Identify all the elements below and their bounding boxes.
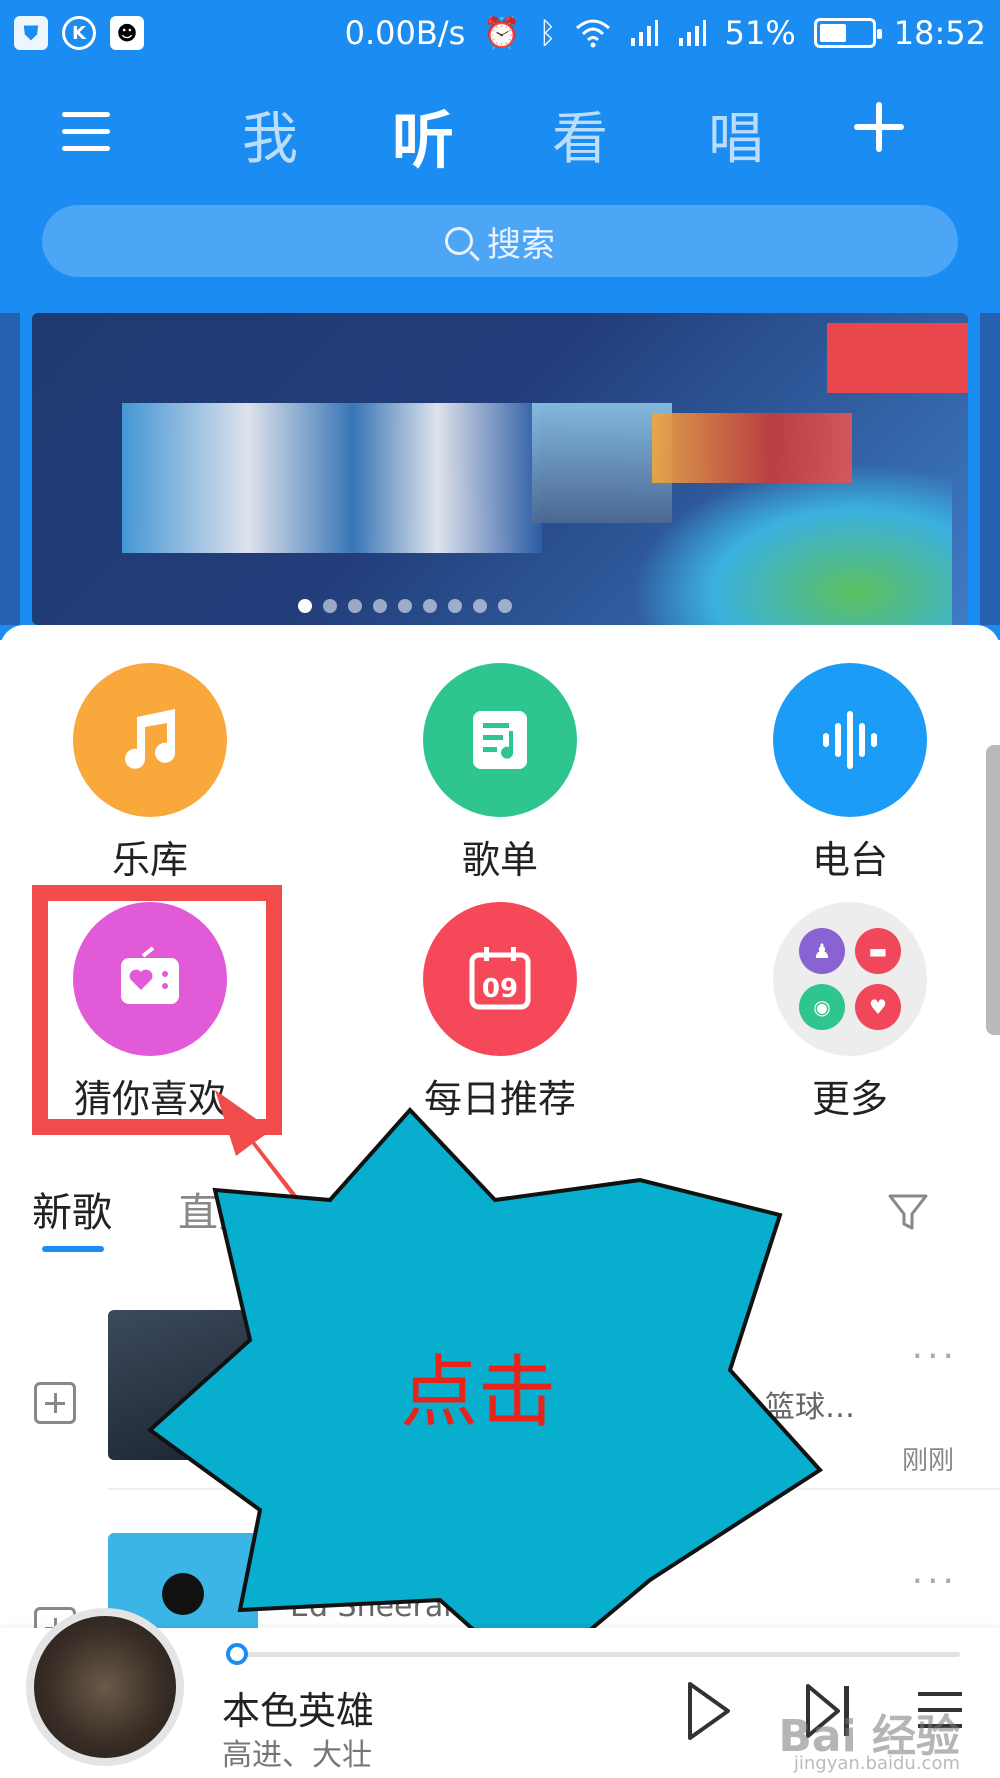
tab-new-songs[interactable]: 新歌 — [32, 1180, 112, 1238]
callout-text: 点击 — [400, 1348, 557, 1438]
calendar-icon: 09 — [423, 902, 577, 1056]
network-speed: 0.00B/s — [344, 14, 466, 52]
add-to-list-button[interactable] — [34, 1382, 76, 1424]
pager-dot[interactable] — [398, 599, 412, 613]
func-daily-recommend[interactable]: 09 每日推荐 — [390, 902, 610, 1123]
qq-icon: ☻ — [110, 16, 144, 50]
pager-dot[interactable] — [423, 599, 437, 613]
pager-dot[interactable] — [298, 599, 312, 613]
more-options-icon[interactable]: ··· — [912, 1561, 958, 1602]
add-icon[interactable] — [854, 102, 904, 152]
mini-heart-icon: ♥ — [855, 984, 901, 1030]
song-artist: Ed Sheeran — [290, 1589, 463, 1624]
pager-dot[interactable] — [323, 599, 337, 613]
menu-icon[interactable] — [62, 112, 110, 152]
k-icon: K — [62, 16, 96, 50]
tab-me[interactable]: 我 — [242, 94, 298, 175]
tab-sing[interactable]: 唱 — [708, 94, 764, 175]
mini-chat-icon: ▬ — [855, 928, 901, 974]
banner-prev-peek[interactable] — [0, 313, 20, 625]
album-disc[interactable] — [26, 1608, 184, 1766]
banner-image-building — [652, 413, 852, 483]
search-bar[interactable]: 搜索 — [42, 205, 958, 277]
func-label: 乐库 — [111, 838, 188, 882]
mini-user-icon: ♟ — [799, 928, 845, 974]
func-label: 歌单 — [461, 838, 538, 882]
sound-wave-icon — [773, 663, 927, 817]
func-label: 每日推荐 — [423, 1077, 576, 1121]
search-icon — [445, 227, 473, 255]
filter-icon[interactable] — [886, 1190, 930, 1234]
scroll-handle[interactable] — [986, 745, 1000, 1035]
play-icon[interactable] — [684, 1680, 734, 1742]
tab-video[interactable]: 视频 — [620, 1180, 700, 1238]
song-cover — [108, 1310, 258, 1460]
func-radio[interactable]: 电台 — [740, 663, 960, 884]
player-bar[interactable]: 本色英雄 高进、大壮 Bai 经验 jingyan.baidu.com — [0, 1608, 1000, 1778]
func-library[interactable]: 乐库 — [40, 663, 260, 884]
calendar-day: 09 — [482, 974, 518, 1004]
player-song-title: 本色英雄 — [222, 1689, 375, 1733]
tab-indicator — [42, 1246, 104, 1252]
pager-dot[interactable] — [448, 599, 462, 613]
more-options-icon[interactable]: ··· — [912, 1336, 958, 1377]
func-more[interactable]: ♟ ▬ ◉ ♥ 更多 — [740, 902, 960, 1123]
progress-knob[interactable] — [226, 1643, 248, 1665]
player-song-artist: 高进、大壮 — [222, 1738, 372, 1773]
banner-pager — [32, 599, 873, 613]
highlight-box — [32, 885, 282, 1135]
pager-dot[interactable] — [498, 599, 512, 613]
playlist-icon — [423, 663, 577, 817]
status-bar: ⛊ K ☻ 0.00B/s ⏰ ᛒ 51% 18:52 — [0, 0, 1000, 72]
func-label: 更多 — [811, 1077, 888, 1121]
pager-dot[interactable] — [348, 599, 362, 613]
signal-icon — [630, 20, 658, 46]
content-tabs: 新歌 直播 视频 — [0, 1180, 1000, 1260]
func-playlist[interactable]: 歌单 — [390, 663, 610, 884]
clock: 18:52 — [893, 14, 986, 52]
signal-icon-2 — [678, 20, 706, 46]
music-note-icon — [73, 663, 227, 817]
watermark-url: jingyan.baidu.com — [793, 1753, 960, 1774]
row-divider — [108, 1488, 1000, 1490]
tab-watch[interactable]: 看 — [552, 94, 608, 175]
pager-dot[interactable] — [473, 599, 487, 613]
bluetooth-icon: ᛒ — [538, 15, 557, 51]
banner-carousel[interactable] — [32, 313, 968, 625]
more-grid-icon: ♟ ▬ ◉ ♥ — [773, 902, 927, 1056]
mini-disc-icon: ◉ — [799, 984, 845, 1030]
alarm-icon: ⏰ — [483, 15, 521, 51]
tab-listen[interactable]: 听 — [392, 90, 454, 180]
shield-icon: ⛊ — [14, 16, 48, 50]
top-nav: 我 听 看 唱 — [0, 90, 1000, 180]
banner-image-pixels — [122, 403, 542, 553]
banner-image-tag — [827, 323, 968, 393]
song-subtitle: 篮球… — [765, 1390, 855, 1425]
tab-live[interactable]: 直播 — [178, 1180, 258, 1238]
battery-icon — [813, 18, 882, 48]
song-time: 刚刚 — [902, 1446, 955, 1476]
func-label: 电台 — [811, 838, 888, 882]
battery-percent: 51% — [724, 14, 796, 52]
wifi-icon — [575, 19, 610, 48]
pager-dot[interactable] — [373, 599, 387, 613]
search-placeholder: 搜索 — [487, 224, 555, 265]
progress-bar[interactable] — [226, 1643, 960, 1665]
banner-next-peek[interactable] — [980, 313, 1000, 625]
